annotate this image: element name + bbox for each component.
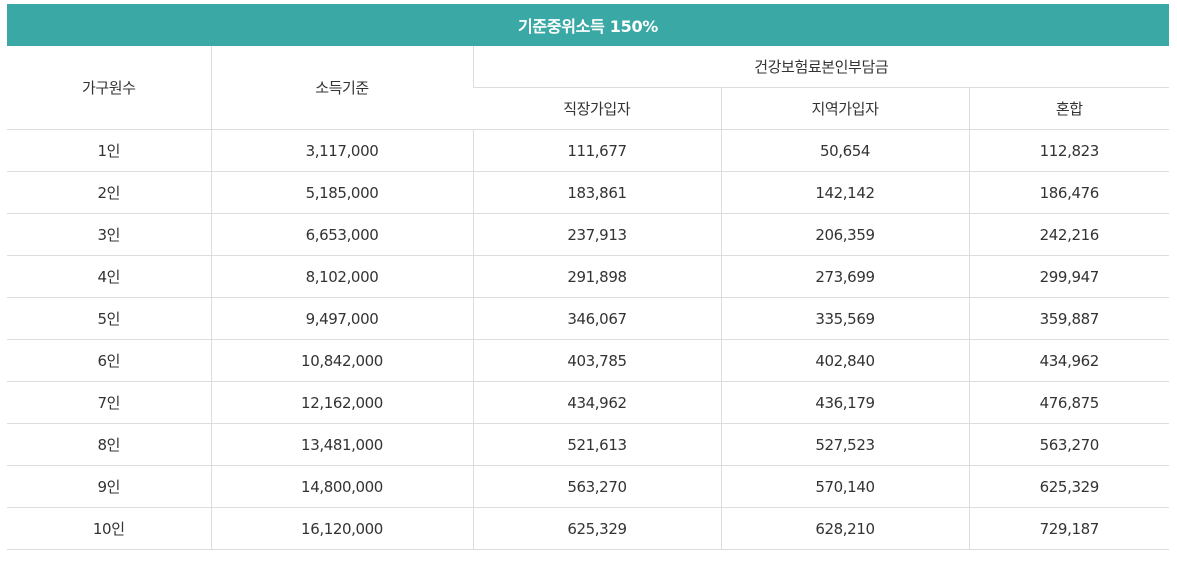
header-mixed: 혼합 <box>968 87 1170 130</box>
cell-employee: 237,913 <box>472 213 721 256</box>
header-employee: 직장가입자 <box>473 87 721 130</box>
cell-household: 3인 <box>7 213 211 256</box>
income-table: 가구원수 소득기준 건강보험료본인부담금 직장가입자 지역가입자 혼합 1인 3… <box>7 46 1170 550</box>
cell-mixed: 186,476 <box>968 171 1170 214</box>
cell-regional: 206,359 <box>720 213 969 256</box>
header-regional: 지역가입자 <box>720 87 969 130</box>
table-header: 가구원수 소득기준 건강보험료본인부담금 직장가입자 지역가입자 혼합 <box>7 46 1170 130</box>
cell-mixed: 434,962 <box>968 339 1170 382</box>
cell-employee: 403,785 <box>472 339 721 382</box>
cell-employee: 521,613 <box>472 423 721 466</box>
cell-household: 9인 <box>7 465 211 508</box>
cell-income: 10,842,000 <box>210 339 473 382</box>
cell-income: 6,653,000 <box>210 213 473 256</box>
cell-regional: 142,142 <box>720 171 969 214</box>
cell-income: 14,800,000 <box>210 465 473 508</box>
cell-income: 13,481,000 <box>210 423 473 466</box>
income-table-container: 기준중위소득 150% 가구원수 소득기준 건강보험료본인부담금 직장가입자 지… <box>7 4 1170 550</box>
table-row: 8인 13,481,000 521,613 527,523 563,270 <box>7 423 1170 466</box>
cell-employee: 111,677 <box>472 129 721 172</box>
header-income: 소득기준 <box>210 46 473 130</box>
cell-regional: 335,569 <box>720 297 969 340</box>
cell-income: 9,497,000 <box>210 297 473 340</box>
cell-mixed: 563,270 <box>968 423 1170 466</box>
cell-household: 5인 <box>7 297 211 340</box>
cell-regional: 50,654 <box>720 129 969 172</box>
cell-regional: 436,179 <box>720 381 969 424</box>
cell-mixed: 299,947 <box>968 255 1170 298</box>
cell-mixed: 729,187 <box>968 507 1170 550</box>
cell-household: 1인 <box>7 129 211 172</box>
table-row: 1인 3,117,000 111,677 50,654 112,823 <box>7 129 1170 172</box>
cell-employee: 625,329 <box>472 507 721 550</box>
table-body: 1인 3,117,000 111,677 50,654 112,823 2인 5… <box>7 129 1170 550</box>
cell-employee: 346,067 <box>472 297 721 340</box>
table-title: 기준중위소득 150% <box>7 4 1169 46</box>
cell-regional: 628,210 <box>720 507 969 550</box>
cell-income: 3,117,000 <box>210 129 473 172</box>
cell-household: 10인 <box>7 507 211 550</box>
cell-income: 16,120,000 <box>210 507 473 550</box>
cell-income: 8,102,000 <box>210 255 473 298</box>
table-row: 10인 16,120,000 625,329 628,210 729,187 <box>7 507 1170 550</box>
cell-employee: 291,898 <box>472 255 721 298</box>
cell-employee: 563,270 <box>472 465 721 508</box>
cell-employee: 183,861 <box>472 171 721 214</box>
cell-household: 7인 <box>7 381 211 424</box>
cell-mixed: 112,823 <box>968 129 1170 172</box>
cell-income: 5,185,000 <box>210 171 473 214</box>
header-household: 가구원수 <box>7 46 211 130</box>
cell-regional: 527,523 <box>720 423 969 466</box>
table-row: 6인 10,842,000 403,785 402,840 434,962 <box>7 339 1170 382</box>
cell-mixed: 359,887 <box>968 297 1170 340</box>
cell-regional: 273,699 <box>720 255 969 298</box>
cell-mixed: 476,875 <box>968 381 1170 424</box>
cell-mixed: 242,216 <box>968 213 1170 256</box>
table-row: 5인 9,497,000 346,067 335,569 359,887 <box>7 297 1170 340</box>
cell-regional: 570,140 <box>720 465 969 508</box>
cell-income: 12,162,000 <box>210 381 473 424</box>
header-insurance-group: 건강보험료본인부담금 <box>472 46 1170 88</box>
cell-household: 2인 <box>7 171 211 214</box>
table-row: 3인 6,653,000 237,913 206,359 242,216 <box>7 213 1170 256</box>
cell-household: 8인 <box>7 423 211 466</box>
table-row: 2인 5,185,000 183,861 142,142 186,476 <box>7 171 1170 214</box>
table-row: 9인 14,800,000 563,270 570,140 625,329 <box>7 465 1170 508</box>
cell-household: 4인 <box>7 255 211 298</box>
cell-household: 6인 <box>7 339 211 382</box>
cell-employee: 434,962 <box>472 381 721 424</box>
table-row: 4인 8,102,000 291,898 273,699 299,947 <box>7 255 1170 298</box>
cell-mixed: 625,329 <box>968 465 1170 508</box>
table-row: 7인 12,162,000 434,962 436,179 476,875 <box>7 381 1170 424</box>
cell-regional: 402,840 <box>720 339 969 382</box>
